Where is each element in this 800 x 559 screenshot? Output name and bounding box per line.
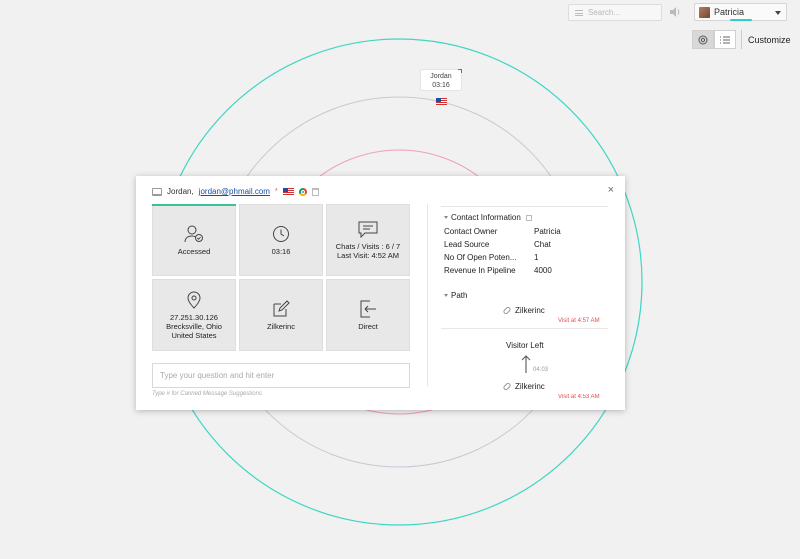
contact-key: Lead Source [444,240,490,249]
radar-icon [698,35,708,44]
tile-time[interactable]: 03:16 [239,204,323,276]
arrow-up-icon [521,355,531,373]
trash-icon[interactable] [311,187,319,196]
view-toggle [692,30,736,49]
path-page-label: Zilkerinc [515,382,545,391]
tile-accessed[interactable]: Accessed [152,204,236,276]
dialog-header: Jordan, jordan@phmail.com * [152,187,319,196]
radar-view-button[interactable] [692,30,714,49]
tile-location[interactable]: 27.251.30.126 Brecksville, Ohio United S… [152,279,236,351]
edit-icon [273,299,290,316]
contact-info-title[interactable]: Contact Information [444,213,532,222]
path-page-label: Zilkerinc [515,306,545,315]
collapse-icon [444,216,448,219]
visit-time: Visit at 4:57 AM [558,318,600,324]
link-icon [502,381,512,392]
path-page[interactable]: Zilkerinc [502,381,545,392]
toolbar-divider [741,30,742,49]
speaker-icon[interactable] [669,6,681,18]
chrome-icon [298,187,307,196]
collapse-icon [444,294,448,297]
monitor-icon [152,187,162,196]
close-icon[interactable]: × [608,184,614,196]
search-input[interactable]: Search... [568,4,662,21]
visitor-left-label: Visitor Left [506,341,544,350]
panel-top-line [441,206,608,207]
visitor-time: 03:16 [432,82,450,89]
us-flag-icon [436,98,447,105]
path-title[interactable]: Path [444,291,467,300]
tile-label: Direct [358,321,378,331]
tile-line1: Chats / Visits : 6 / 7 [335,241,401,251]
tile-line3: United States [171,330,217,340]
contact-value: 1 [534,253,539,262]
canned-hint: Type # for Canned Message Suggestions [152,391,262,397]
path-separator [441,328,608,329]
contact-value: 4000 [534,266,552,275]
active-tab-indicator [152,204,236,206]
customize-link[interactable]: Customize [748,35,791,45]
location-pin-icon [187,291,201,309]
required-mark: * [274,188,278,195]
tile-line1: 27.251.30.126 [170,312,218,322]
chevron-down-icon [775,11,781,15]
user-check-icon [184,225,203,242]
list-view-button[interactable] [714,30,736,49]
marker-corner [458,69,462,73]
tile-company[interactable]: Zilkerinc [239,279,323,351]
visitor-name: Jordan [430,73,452,80]
contact-key: Contact Owner [444,227,498,236]
contact-key: Revenue In Pipeline [444,266,516,275]
tile-line2: Brecksville, Ohio [166,321,222,331]
tile-source[interactable]: Direct [326,279,410,351]
search-placeholder: Search... [588,8,621,17]
visitor-info-tiles: Accessed 03:16 Chats / Visits : 6 / 7 La… [152,204,410,351]
link-icon [502,305,512,316]
chat-icon [358,221,378,238]
us-flag-icon [282,188,294,195]
question-input[interactable]: Type your question and hit enter [152,363,410,388]
tile-label: Accessed [177,246,211,256]
list-icon [720,36,730,43]
contact-info-label: Contact Information [451,213,521,222]
visitor-marker[interactable]: Jordan 03:16 [420,69,462,91]
clock-icon [273,225,289,242]
contact-key: No Of Open Poten... [444,253,517,262]
path-label: Path [451,291,468,300]
tile-line2: Last Visit: 4:52 AM [337,250,399,260]
panel-divider [427,204,428,386]
user-status-bar [730,19,752,21]
tile-chats[interactable]: Chats / Visits : 6 / 7 Last Visit: 4:52 … [326,204,410,276]
visitor-name-label: Jordan, [167,187,194,196]
user-name: Patricia [714,7,745,17]
visitor-email[interactable]: jordan@phmail.com [199,187,270,196]
tile-label: Zilkerinc [267,321,295,331]
path-page[interactable]: Zilkerinc [502,305,545,316]
avatar [699,6,710,18]
contact-value: Patricia [534,227,561,236]
menu-lines-icon [575,9,583,16]
tile-label: 03:16 [271,246,291,256]
external-link-icon[interactable] [525,214,532,221]
visitor-dialog: Jordan, jordan@phmail.com * × Accessed 0… [136,176,625,410]
direct-entry-icon [360,300,376,317]
visit-time: Visit at 4:53 AM [558,394,600,399]
contact-value: Chat [534,240,551,249]
gap-time: 04:03 [533,367,549,373]
